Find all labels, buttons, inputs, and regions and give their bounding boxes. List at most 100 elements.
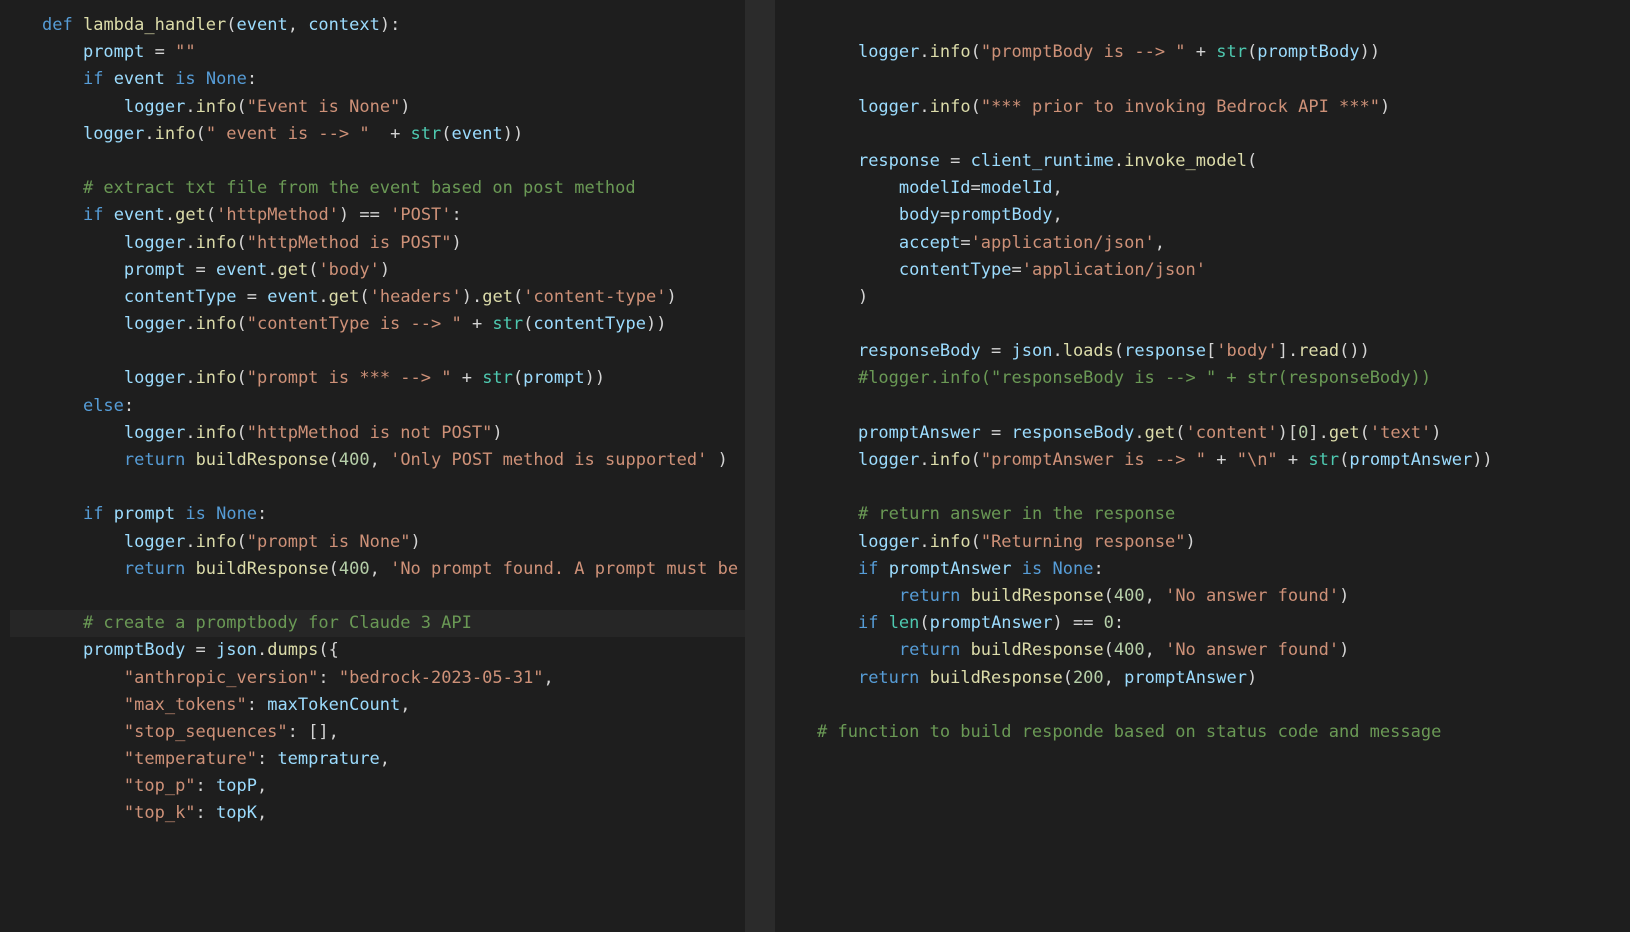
code-line[interactable]: # return answer in the response: [785, 501, 1630, 528]
code-line[interactable]: contentType = event.get('headers').get('…: [10, 284, 745, 311]
code-line[interactable]: logger.info("prompt is *** --> " + str(p…: [10, 365, 745, 392]
token-op: [42, 722, 124, 742]
code-line[interactable]: # function to build responde based on st…: [785, 719, 1630, 746]
code-line[interactable]: [10, 338, 745, 365]
code-line[interactable]: logger.info("promptBody is --> " + str(p…: [785, 39, 1630, 66]
code-line[interactable]: logger.info("prompt is None"): [10, 529, 745, 556]
token-cmt: #logger.info("responseBody is --> " + st…: [858, 368, 1431, 388]
token-op: +: [1278, 450, 1309, 470]
code-line[interactable]: "temperature": temprature,: [10, 746, 745, 773]
code-line[interactable]: def lambda_handler(event, context):: [10, 12, 745, 39]
code-line[interactable]: logger.info(" event is --> " + str(event…: [10, 121, 745, 148]
token-punc: .: [919, 450, 929, 470]
token-op: [817, 205, 899, 225]
token-str: "max_tokens": [124, 695, 247, 715]
code-line[interactable]: logger.info("contentType is --> " + str(…: [10, 311, 745, 338]
token-punc: (: [1339, 450, 1349, 470]
code-line[interactable]: else:: [10, 393, 745, 420]
code-line[interactable]: "stop_sequences": [],: [10, 719, 745, 746]
code-line[interactable]: promptBody = json.dumps({: [10, 637, 745, 664]
code-line[interactable]: return buildResponse(400, 'No answer fou…: [785, 583, 1630, 610]
code-line[interactable]: body=promptBody,: [785, 202, 1630, 229]
token-punc: ,: [544, 668, 554, 688]
code-line[interactable]: logger.info("promptAnswer is --> " + "\n…: [785, 447, 1630, 474]
code-line[interactable]: if event is None:: [10, 66, 745, 93]
token-op: [103, 205, 113, 225]
token-kw: is: [185, 504, 205, 524]
token-punc: ,: [370, 450, 390, 470]
code-line[interactable]: modelId=modelId,: [785, 175, 1630, 202]
code-line[interactable]: prompt = event.get('body'): [10, 257, 745, 284]
code-line[interactable]: if promptAnswer is None:: [785, 556, 1630, 583]
code-line[interactable]: "max_tokens": maxTokenCount,: [10, 692, 745, 719]
code-line[interactable]: ): [785, 284, 1630, 311]
token-str: 'Only POST method is supported': [390, 450, 707, 470]
token-str: 'POST': [390, 205, 451, 225]
code-line[interactable]: logger.info("httpMethod is not POST"): [10, 420, 745, 447]
token-punc: (: [971, 97, 981, 117]
token-op: [817, 287, 858, 307]
token-punc: (: [441, 124, 451, 144]
token-var: promptBody: [950, 205, 1052, 225]
code-line[interactable]: [785, 393, 1630, 420]
token-var: client_runtime: [971, 151, 1114, 171]
token-punc: .: [919, 42, 929, 62]
code-line[interactable]: accept='application/json',: [785, 230, 1630, 257]
code-line[interactable]: return buildResponse(400, 'No prompt fou…: [10, 556, 745, 583]
token-num: 400: [339, 559, 370, 579]
code-line[interactable]: prompt = "": [10, 39, 745, 66]
code-line[interactable]: # extract txt file from the event based …: [10, 175, 745, 202]
token-var: prompt: [114, 504, 175, 524]
token-var: topK: [216, 803, 257, 823]
code-line[interactable]: [785, 474, 1630, 501]
code-line[interactable]: [10, 583, 745, 610]
code-line[interactable]: # create a promptbody for Claude 3 API: [10, 610, 745, 637]
token-op: [817, 640, 899, 660]
code-line[interactable]: #logger.info("responseBody is --> " + st…: [785, 365, 1630, 392]
code-line[interactable]: return buildResponse(200, promptAnswer): [785, 665, 1630, 692]
code-line[interactable]: "top_k": topK,: [10, 800, 745, 827]
code-line[interactable]: logger.info("Returning response"): [785, 529, 1630, 556]
token-var: maxTokenCount: [267, 695, 400, 715]
editor-pane-right[interactable]: logger.info("promptBody is --> " + str(p…: [775, 0, 1630, 932]
token-op: +: [451, 368, 482, 388]
code-line[interactable]: promptAnswer = responseBody.get('content…: [785, 420, 1630, 447]
token-op: [42, 749, 124, 769]
token-punc: .: [919, 532, 929, 552]
token-fn: invoke_model: [1124, 151, 1247, 171]
code-line[interactable]: [785, 66, 1630, 93]
code-line[interactable]: if event.get('httpMethod') == 'POST':: [10, 202, 745, 229]
code-line[interactable]: "top_p": topP,: [10, 773, 745, 800]
token-var: logger: [858, 532, 919, 552]
code-line[interactable]: [785, 692, 1630, 719]
code-line[interactable]: if prompt is None:: [10, 501, 745, 528]
code-line[interactable]: "anthropic_version": "bedrock-2023-05-31…: [10, 665, 745, 692]
token-fn: buildResponse: [971, 640, 1104, 660]
token-var: contentType: [533, 314, 646, 334]
code-line[interactable]: [785, 311, 1630, 338]
code-line[interactable]: logger.info("Event is None"): [10, 94, 745, 121]
token-punc: :: [247, 695, 267, 715]
token-num: 400: [1114, 586, 1145, 606]
token-str: 'No answer found': [1165, 586, 1339, 606]
code-line[interactable]: [10, 474, 745, 501]
code-line[interactable]: [785, 121, 1630, 148]
code-line[interactable]: if len(promptAnswer) == 0:: [785, 610, 1630, 637]
code-line[interactable]: [785, 12, 1630, 39]
token-str: 'No prompt found. A prompt must be provi…: [390, 559, 745, 579]
code-line[interactable]: return buildResponse(400, 'No answer fou…: [785, 637, 1630, 664]
token-fn: lambda_handler: [83, 15, 226, 35]
code-line[interactable]: contentType='application/json': [785, 257, 1630, 284]
token-op: [42, 233, 124, 253]
code-line[interactable]: logger.info("*** prior to invoking Bedro…: [785, 94, 1630, 121]
token-punc: .: [185, 532, 195, 552]
editor-pane-left[interactable]: def lambda_handler(event, context): prom…: [0, 0, 745, 932]
code-line[interactable]: responseBody = json.loads(response['body…: [785, 338, 1630, 365]
code-line[interactable]: return buildResponse(400, 'Only POST met…: [10, 447, 745, 474]
token-var: temprature: [277, 749, 379, 769]
code-line[interactable]: [10, 148, 745, 175]
token-punc: )[: [1278, 423, 1298, 443]
code-line[interactable]: logger.info("httpMethod is POST"): [10, 230, 745, 257]
token-str: "anthropic_version": [124, 668, 318, 688]
code-line[interactable]: response = client_runtime.invoke_model(: [785, 148, 1630, 175]
